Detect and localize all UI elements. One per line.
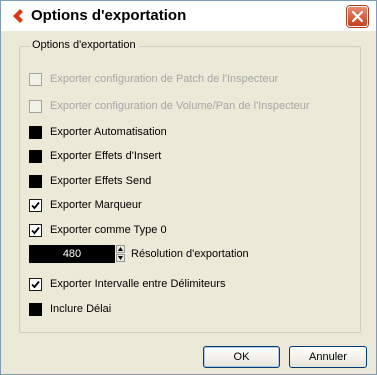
decrement-button[interactable] — [116, 254, 125, 262]
close-icon — [352, 11, 363, 22]
title-bar: Options d'exportation — [1, 1, 376, 31]
checkbox-unchecked — [29, 175, 42, 188]
checkmark-icon — [31, 226, 40, 235]
close-button[interactable] — [347, 6, 368, 27]
checkbox-checked — [29, 224, 42, 237]
arrow-up-icon — [118, 247, 123, 251]
ok-button[interactable]: OK — [203, 346, 280, 368]
increment-button[interactable] — [116, 245, 125, 253]
checkbox-checked — [29, 278, 42, 291]
option-label: Exporter configuration de Volume/Pan de … — [50, 100, 310, 112]
checkbox-unchecked — [29, 126, 42, 139]
checkbox-checked — [29, 199, 42, 212]
export-options-dialog: Options d'exportation Options d'exportat… — [0, 0, 377, 375]
option-label: Inclure Délai — [50, 303, 112, 315]
cubase-arrow-icon — [10, 8, 26, 24]
checkbox-disabled — [29, 100, 42, 113]
group-title: Options d'exportation — [31, 39, 139, 51]
checkmark-icon — [31, 280, 40, 289]
resolution-value[interactable]: 480 — [29, 245, 115, 263]
resolution-stepper[interactable]: 480 — [29, 245, 125, 263]
option-label: Exporter Effets d'Insert — [50, 150, 162, 162]
option-label: Exporter Marqueur — [50, 199, 142, 211]
option-label: Exporter configuration de Patch de l'Ins… — [50, 73, 279, 85]
window-title: Options d'exportation — [31, 7, 187, 24]
option-label: Exporter comme Type 0 — [50, 224, 167, 236]
checkbox-unchecked — [29, 150, 42, 163]
arrow-down-icon — [118, 256, 123, 260]
checkbox-unchecked — [29, 303, 42, 316]
option-label: Exporter Automatisation — [50, 126, 167, 138]
checkbox-disabled — [29, 73, 42, 86]
checkmark-icon — [31, 201, 40, 210]
option-label: Exporter Effets Send — [50, 175, 152, 187]
option-label: Exporter Intervalle entre Délimiteurs — [50, 278, 226, 290]
resolution-label: Résolution d'exportation — [131, 248, 249, 260]
cancel-button[interactable]: Annuler — [289, 346, 367, 368]
